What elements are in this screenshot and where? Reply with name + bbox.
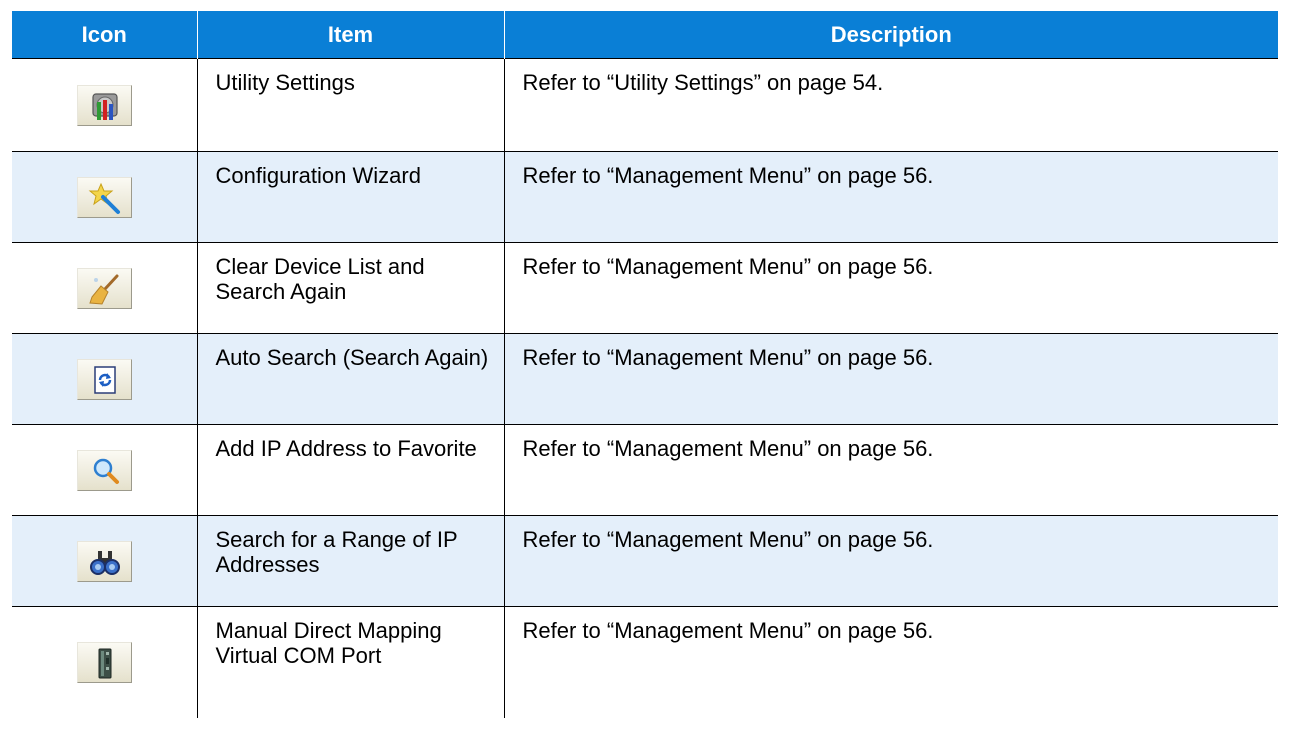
table-row: Manual Direct Mapping Virtual COM Port R… — [12, 606, 1278, 718]
table-row: Clear Device List and Search Again Refer… — [12, 242, 1278, 334]
auto-search-button[interactable] — [76, 358, 132, 400]
header-icon: Icon — [12, 11, 197, 59]
utility-settings-button[interactable] — [76, 84, 132, 126]
clear-device-list-button[interactable] — [76, 267, 132, 309]
description-cell: Refer to “Management Menu” on page 56. — [503, 606, 1278, 718]
description-cell: Refer to “Management Menu” on page 56. — [503, 424, 1278, 516]
table-row: Auto Search (Search Again) Refer to “Man… — [12, 333, 1278, 425]
add-ip-favorite-button[interactable] — [76, 449, 132, 491]
icon-cell — [12, 606, 197, 718]
icon-cell — [12, 424, 197, 516]
item-cell: Manual Direct Mapping Virtual COM Port — [196, 606, 504, 718]
refresh-page-icon — [94, 365, 116, 394]
icon-reference-table: Icon Item Description Utility Settings R… — [12, 11, 1278, 718]
manual-com-mapping-button[interactable] — [76, 642, 132, 683]
item-cell: Clear Device List and Search Again — [196, 242, 504, 334]
description-cell: Refer to “Management Menu” on page 56. — [503, 515, 1278, 607]
item-cell: Configuration Wizard — [196, 151, 504, 243]
icon-cell — [12, 58, 197, 152]
item-cell: Search for a Range of IP Addresses — [196, 515, 504, 607]
description-cell: Refer to “Management Menu” on page 56. — [503, 333, 1278, 425]
table-row: Configuration Wizard Refer to “Managemen… — [12, 151, 1278, 243]
description-cell: Refer to “Management Menu” on page 56. — [503, 151, 1278, 243]
item-cell: Utility Settings — [196, 58, 504, 152]
table-header-row: Icon Item Description — [12, 11, 1278, 59]
icon-cell — [12, 333, 197, 425]
header-item: Item — [196, 11, 504, 59]
icon-cell — [12, 242, 197, 334]
table-row: Search for a Range of IP Addresses Refer… — [12, 515, 1278, 607]
binoculars-icon — [89, 550, 120, 575]
item-cell: Add IP Address to Favorite — [196, 424, 504, 516]
broom-icon — [89, 274, 119, 305]
utility-settings-icon — [92, 92, 118, 120]
magnifier-icon — [93, 458, 119, 484]
description-cell: Refer to “Utility Settings” on page 54. — [503, 58, 1278, 152]
icon-cell — [12, 151, 197, 243]
description-cell: Refer to “Management Menu” on page 56. — [503, 242, 1278, 334]
icon-cell — [12, 515, 197, 607]
table-row: Utility Settings Refer to “Utility Setti… — [12, 58, 1278, 152]
magic-wand-icon — [88, 182, 120, 214]
search-ip-range-button[interactable] — [76, 540, 132, 582]
configuration-wizard-button[interactable] — [76, 176, 132, 218]
item-cell: Auto Search (Search Again) — [196, 333, 504, 425]
header-description: Description — [503, 11, 1278, 59]
device-server-icon — [98, 648, 112, 679]
table-row: Add IP Address to Favorite Refer to “Man… — [12, 424, 1278, 516]
